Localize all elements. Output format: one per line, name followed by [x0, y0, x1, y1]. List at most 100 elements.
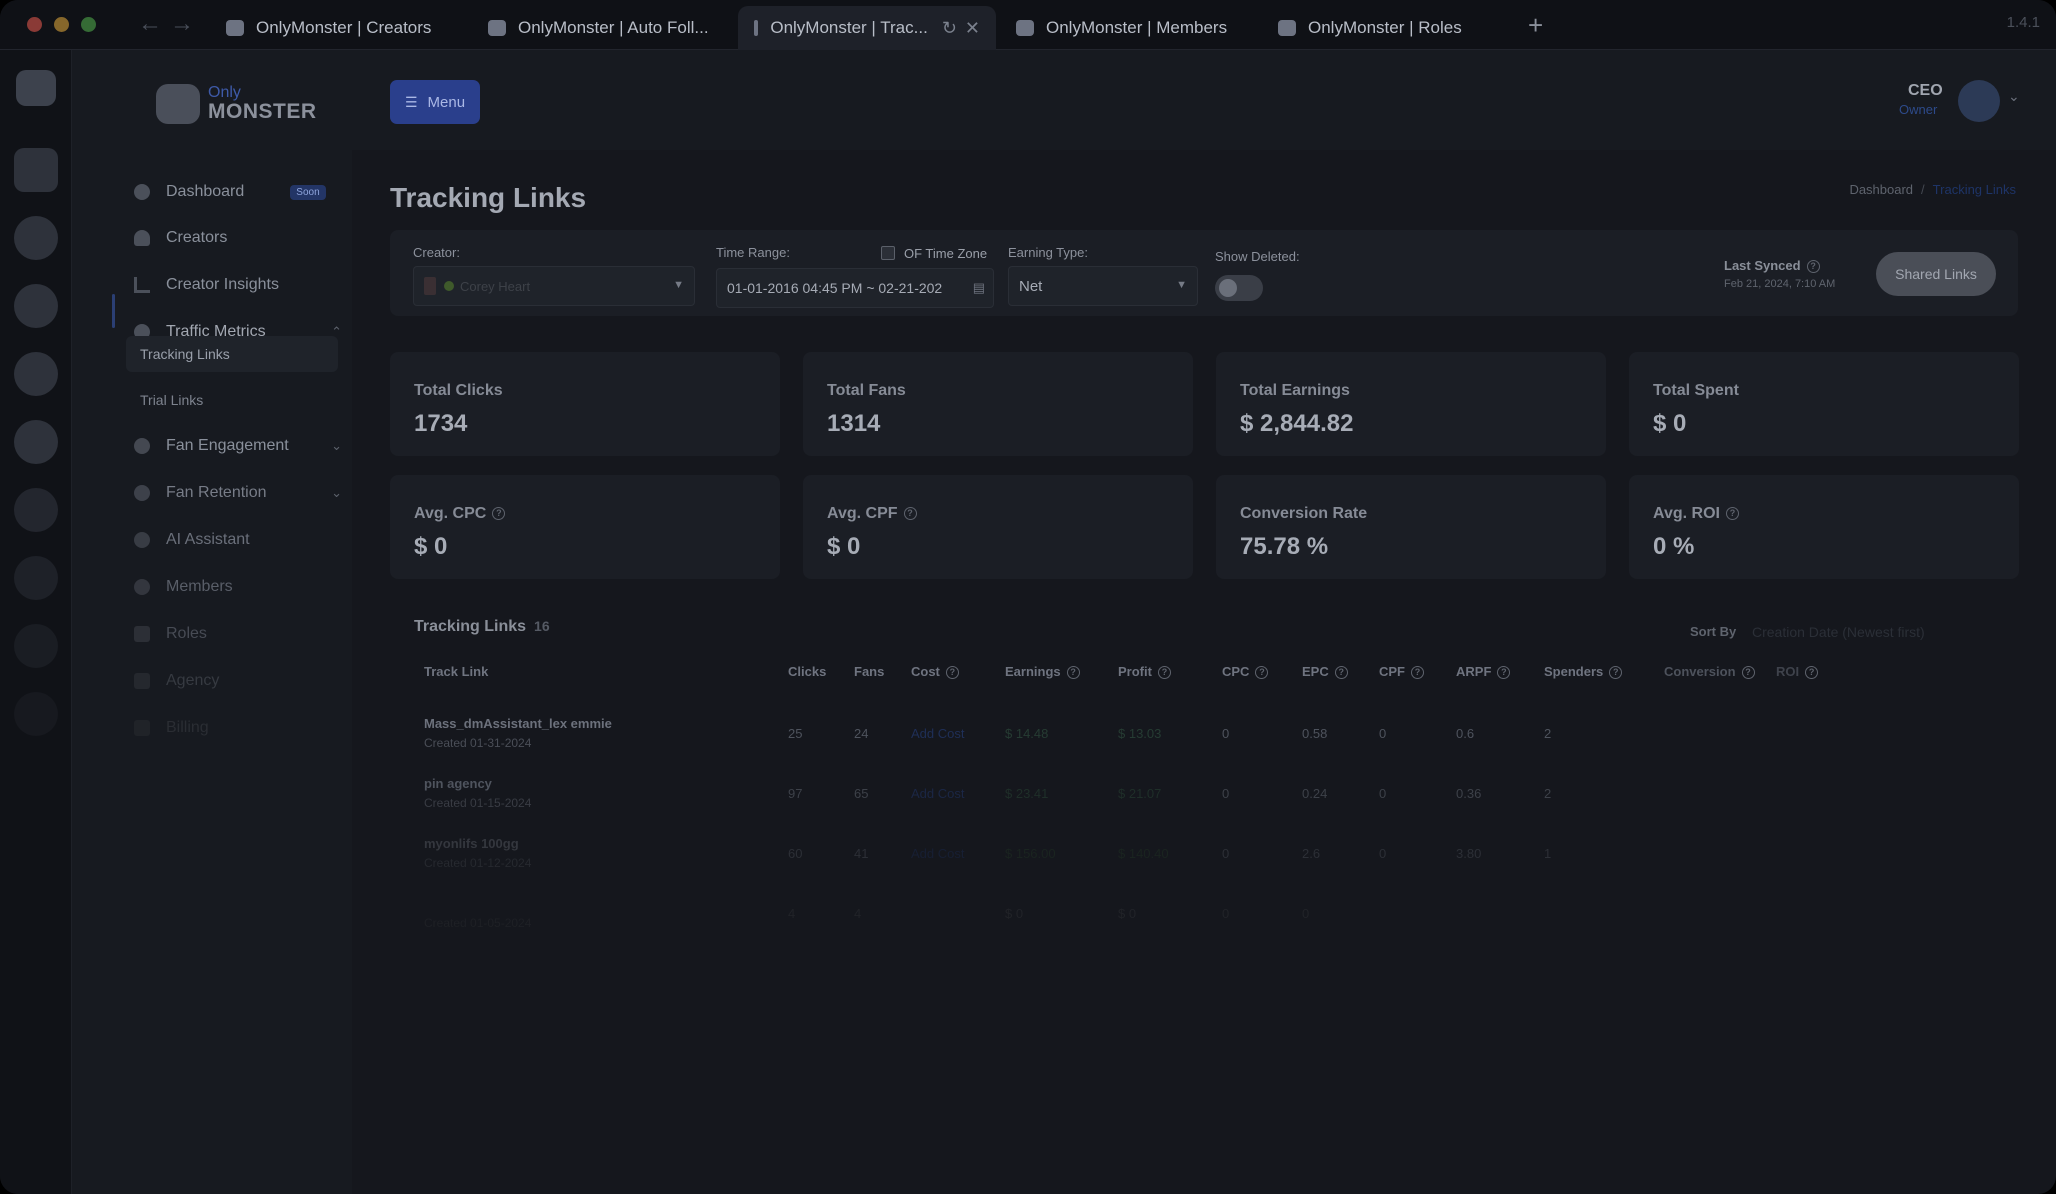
breadcrumb-dashboard[interactable]: Dashboard	[1849, 182, 1913, 197]
help-icon[interactable]: ?	[492, 507, 506, 521]
column-header-cpc[interactable]: CPC?	[1222, 664, 1269, 680]
sidebar-item-members[interactable]: Members	[134, 569, 334, 605]
calendar-icon[interactable]: ▤	[973, 280, 985, 296]
reload-icon[interactable]: ↻	[942, 18, 957, 39]
help-icon[interactable]: ?	[1497, 666, 1511, 680]
forward-arrow-icon[interactable]: →	[170, 10, 194, 38]
creator-avatar[interactable]	[14, 148, 58, 192]
of-timezone-label: OF Time Zone	[904, 246, 988, 261]
browser-tab-creators[interactable]: OnlyMonster | Creators	[210, 6, 470, 50]
chevron-down-icon[interactable]: ⌄	[331, 485, 342, 501]
column-header-roi[interactable]: ROI?	[1776, 664, 1819, 680]
maximize-window-button[interactable]	[81, 17, 96, 32]
minimize-window-button[interactable]	[54, 17, 69, 32]
menu-button[interactable]: ☰ Menu	[390, 80, 480, 124]
new-tab-plus-icon[interactable]: +	[1528, 10, 1543, 41]
stat-card-avg-cpc: Avg. CPC? $ 0	[390, 475, 780, 579]
track-link-name[interactable]: pin agency	[424, 776, 492, 791]
browser-tab-roles[interactable]: OnlyMonster | Roles	[1262, 6, 1512, 50]
sidebar-item-creator-insights[interactable]: Creator Insights	[134, 267, 334, 303]
creator-avatar[interactable]	[14, 352, 58, 396]
track-link-name[interactable]: Mass_dmAssistant_lex emmie	[424, 716, 612, 731]
help-icon[interactable]: ?	[1609, 666, 1623, 680]
browser-tab-tracking[interactable]: OnlyMonster | Trac... ↻ ✕	[738, 6, 996, 50]
creator-avatar[interactable]	[14, 692, 58, 736]
close-tab-icon[interactable]: ✕	[965, 18, 980, 39]
table-row[interactable]: myonlifs 100gg Created 01-12-2024 60 41 …	[390, 826, 2018, 886]
sidebar-item-dashboard[interactable]: Dashboard Soon	[134, 174, 334, 210]
close-window-button[interactable]	[27, 17, 42, 32]
help-icon[interactable]: ?	[1255, 666, 1269, 680]
column-header-epc[interactable]: EPC?	[1302, 664, 1348, 680]
sidebar-item-creators[interactable]: Creators	[134, 220, 334, 256]
user-avatar[interactable]	[1958, 80, 2000, 122]
help-icon[interactable]: ?	[1725, 507, 1739, 521]
add-cost-link[interactable]: Add Cost	[911, 846, 964, 861]
creator-avatar[interactable]	[14, 556, 58, 600]
tab-title: OnlyMonster | Roles	[1308, 18, 1462, 37]
column-header-arpf[interactable]: ARPF?	[1456, 664, 1511, 680]
brand-logo[interactable]: Only MONSTER	[156, 84, 317, 124]
cell-cpf: 0	[1379, 786, 1387, 801]
earning-type-select[interactable]: Net ▼	[1008, 266, 1198, 306]
chevron-down-icon[interactable]: ⌄	[2008, 88, 2020, 105]
add-cost-link[interactable]: Add Cost	[911, 726, 964, 741]
help-icon[interactable]: ?	[1334, 666, 1348, 680]
chevron-down-icon[interactable]: ⌄	[331, 438, 342, 454]
back-arrow-icon[interactable]: ←	[138, 10, 162, 38]
help-icon[interactable]: ?	[1157, 666, 1171, 680]
sidebar-item-fan-engagement[interactable]: Fan Engagement ⌄	[134, 428, 342, 464]
tab-title: OnlyMonster | Trac...	[770, 18, 928, 37]
shared-links-button[interactable]: Shared Links	[1876, 252, 1996, 296]
column-header-clicks[interactable]: Clicks	[788, 664, 826, 679]
column-header-profit[interactable]: Profit?	[1118, 664, 1171, 680]
help-icon[interactable]: ?	[1741, 666, 1755, 680]
creator-avatar[interactable]	[14, 216, 58, 260]
creator-avatar[interactable]	[14, 624, 58, 668]
table-row[interactable]: pin agency Created 01-15-2024 97 65 Add …	[390, 766, 2018, 826]
help-icon[interactable]: ?	[945, 666, 959, 680]
last-synced-label: Last Synced?	[1724, 258, 1820, 274]
stat-card-avg-roi: Avg. ROI? 0 %	[1629, 475, 2019, 579]
time-range-input[interactable]: 01-01-2016 04:45 PM ~ 02-21-202 ▤	[716, 268, 994, 308]
sidebar-item-ai-assistant[interactable]: AI Assistant	[134, 522, 334, 558]
column-header-conversion[interactable]: Conversion?	[1664, 664, 1755, 680]
column-header-track-link[interactable]: Track Link	[424, 664, 488, 679]
sidebar-item-label: Agency	[166, 672, 220, 689]
column-header-spenders[interactable]: Spenders?	[1544, 664, 1623, 680]
column-header-cpf[interactable]: CPF?	[1379, 664, 1424, 680]
table-row[interactable]: Created 01-05-2024 4 4 $ 0 $ 0 0 0	[390, 886, 2018, 946]
help-icon[interactable]: ?	[1805, 666, 1819, 680]
column-header-earnings[interactable]: Earnings?	[1005, 664, 1080, 680]
help-icon[interactable]: ?	[903, 507, 917, 521]
browser-titlebar: ← → OnlyMonster | Creators OnlyMonster |…	[0, 0, 2056, 50]
cell-spenders: 1	[1544, 846, 1552, 861]
track-link-name[interactable]: myonlifs 100gg	[424, 836, 519, 851]
caret-down-icon: ▼	[673, 279, 684, 291]
help-icon[interactable]: ?	[1066, 666, 1080, 680]
sidebar-subitem-tracking-links[interactable]: Tracking Links	[126, 336, 338, 372]
monster-logo-icon[interactable]	[16, 70, 56, 106]
creator-select[interactable]: Corey Heart ▼	[413, 266, 695, 306]
creator-avatar[interactable]	[14, 420, 58, 464]
show-deleted-toggle[interactable]	[1215, 275, 1263, 301]
creator-avatar[interactable]	[14, 488, 58, 532]
sidebar-item-billing[interactable]: Billing	[134, 710, 334, 746]
column-header-cost[interactable]: Cost?	[911, 664, 959, 680]
cell-earnings: $ 23.41	[1005, 786, 1049, 801]
browser-tab-members[interactable]: OnlyMonster | Members	[1000, 6, 1258, 50]
add-cost-link[interactable]: Add Cost	[911, 786, 964, 801]
help-icon[interactable]: ?	[1411, 666, 1424, 680]
of-timezone-checkbox[interactable]	[881, 246, 895, 260]
sidebar-item-roles[interactable]: Roles	[134, 616, 334, 652]
onlymonster-favicon-icon	[754, 20, 759, 36]
column-header-fans[interactable]: Fans	[854, 664, 884, 679]
sidebar-item-agency[interactable]: Agency	[134, 663, 334, 699]
sidebar-item-fan-retention[interactable]: Fan Retention ⌄	[134, 475, 342, 511]
browser-tab-auto-follow[interactable]: OnlyMonster | Auto Foll...	[472, 6, 732, 50]
help-icon[interactable]: ?	[1806, 260, 1820, 274]
table-row[interactable]: Mass_dmAssistant_lex emmie Created 01-31…	[390, 706, 2018, 766]
creator-avatar[interactable]	[14, 284, 58, 328]
sort-by-select[interactable]: Creation Date (Newest first)	[1752, 624, 1925, 640]
sidebar-subitem-trial-links[interactable]: Trial Links	[126, 382, 338, 418]
